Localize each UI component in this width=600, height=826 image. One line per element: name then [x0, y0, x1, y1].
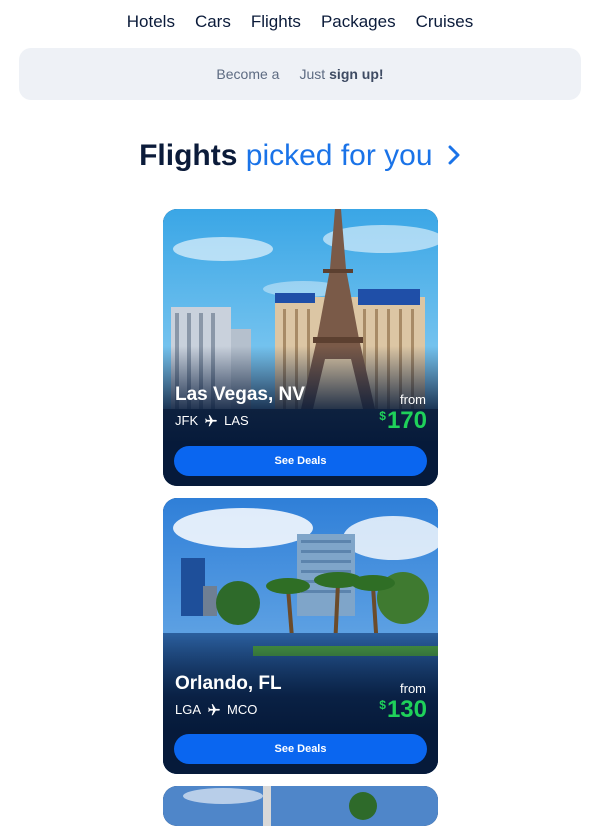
destination-photo	[163, 786, 438, 826]
card-route: JFK LAS	[175, 413, 249, 428]
banner-text-a: Become a	[216, 66, 280, 82]
card-city: Las Vegas, NV	[175, 384, 305, 405]
deal-card[interactable]	[163, 786, 438, 826]
route-destination: MCO	[227, 702, 258, 717]
banner-text-b: Just	[299, 66, 326, 82]
card-city: Orlando, FL	[175, 673, 282, 694]
see-deals-button[interactable]: See Deals	[174, 734, 427, 764]
price-value: 170	[386, 407, 427, 434]
see-deals-button[interactable]: See Deals	[174, 446, 427, 476]
deal-card[interactable]: Orlando, FL LGA MCO from $130 See Deals	[163, 498, 438, 774]
top-nav: Hotels Cars Flights Packages Cruises	[0, 0, 600, 44]
heading-rest: picked for you	[245, 139, 433, 172]
currency-symbol: $	[379, 698, 386, 712]
from-label: from	[400, 392, 426, 407]
route-destination: LAS	[224, 413, 249, 428]
card-price: $130	[379, 696, 427, 724]
card-price: $170	[379, 407, 427, 435]
chevron-right-icon	[448, 145, 460, 165]
signup-link[interactable]: sign up!	[329, 66, 383, 82]
airplane-icon	[205, 414, 217, 426]
currency-symbol: $	[379, 409, 386, 423]
route-origin: JFK	[175, 413, 199, 428]
nav-cruises[interactable]: Cruises	[406, 12, 484, 32]
signup-banner: Become a Just sign up!	[19, 48, 581, 100]
card-route: LGA MCO	[175, 702, 257, 717]
airplane-icon	[208, 703, 220, 715]
route-origin: LGA	[175, 702, 202, 717]
price-value: 130	[386, 696, 427, 723]
nav-cars[interactable]: Cars	[185, 12, 241, 32]
nav-hotels[interactable]: Hotels	[117, 12, 185, 32]
section-heading[interactable]: Flights picked for you	[0, 138, 600, 174]
deal-card[interactable]: Las Vegas, NV JFK LAS from $170 See Deal…	[163, 209, 438, 486]
nav-packages[interactable]: Packages	[311, 12, 406, 32]
nav-flights[interactable]: Flights	[241, 12, 311, 32]
heading-bold: Flights	[139, 139, 238, 172]
from-label: from	[400, 681, 426, 696]
